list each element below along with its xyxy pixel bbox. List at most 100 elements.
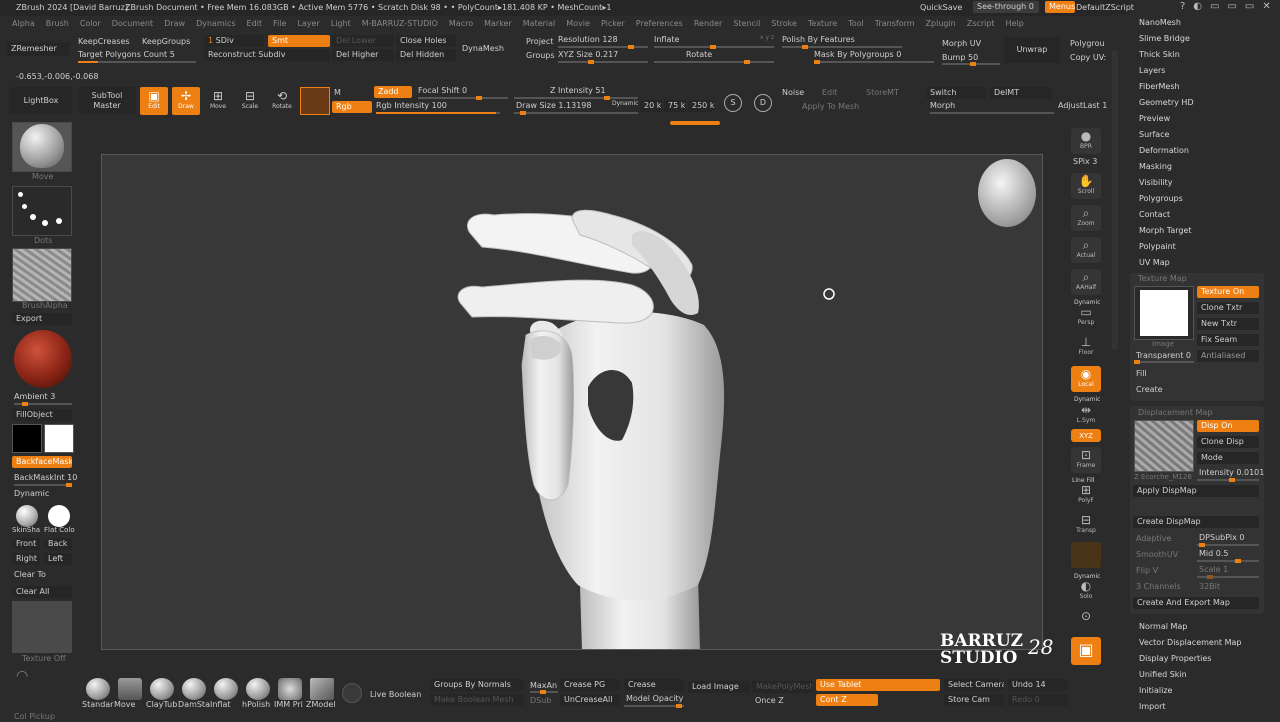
- noise-edit-button[interactable]: Edit: [822, 88, 838, 98]
- target-polygons-slider[interactable]: Target Polygons Count 5: [78, 50, 175, 60]
- close-holes-button[interactable]: Close Holes: [396, 35, 456, 47]
- clear-all-button[interactable]: Clear All: [12, 586, 72, 598]
- backfacemask-toggle[interactable]: BackfaceMask: [12, 456, 72, 468]
- scale-slider[interactable]: Scale 1: [1199, 565, 1228, 575]
- fill-button[interactable]: Fill: [1136, 369, 1147, 379]
- back-view-button[interactable]: Back: [44, 538, 72, 550]
- select-camera-button[interactable]: Select Camera: [944, 679, 1004, 691]
- color-picker-icon[interactable]: ◠: [16, 668, 38, 690]
- menu-item[interactable]: M-BARRUZ-STUDIO: [362, 19, 438, 29]
- tool-menu-item[interactable]: Polygroups: [1139, 194, 1183, 203]
- backmaskint-slider[interactable]: BackMaskInt 10: [14, 473, 77, 483]
- tool-menu-item[interactable]: Contact: [1139, 210, 1170, 219]
- persp-button[interactable]: ▭ Persp: [1071, 304, 1101, 330]
- draw-mode-button[interactable]: ✢ Draw: [172, 87, 200, 115]
- zoom-button[interactable]: ⌕ Zoom: [1071, 205, 1101, 231]
- tool-menu-item[interactable]: Thick Skin: [1139, 50, 1180, 59]
- rotate-slider[interactable]: Rotate: [686, 50, 712, 60]
- use-tablet-toggle[interactable]: Use Tablet: [816, 679, 940, 691]
- flipv-toggle[interactable]: Flip V: [1136, 566, 1158, 576]
- once-z-toggle[interactable]: Once Z: [755, 696, 784, 706]
- xyz-button[interactable]: XYZ: [1071, 429, 1101, 442]
- tool-menu-item[interactable]: Layers: [1139, 66, 1165, 75]
- undo-slider[interactable]: Undo 14: [1008, 679, 1068, 691]
- window-controls[interactable]: ?◐▭▭▭✕: [1180, 2, 1279, 12]
- menu-item[interactable]: Macro: [449, 19, 473, 29]
- rgb-intensity-slider[interactable]: Rgb Intensity 100: [376, 101, 447, 111]
- inflate-xyz[interactable]: x y z: [760, 33, 774, 43]
- redo-slider[interactable]: Redo 0: [1008, 694, 1068, 706]
- tool-menu-item[interactable]: Visibility: [1139, 178, 1173, 187]
- bpr-button[interactable]: ● BPR: [1071, 128, 1101, 154]
- del-higher-button[interactable]: Del Higher: [332, 49, 394, 61]
- uncrease-all-button[interactable]: UnCreaseAll: [560, 694, 620, 706]
- polyf-button[interactable]: ⊞ PolyF: [1071, 482, 1101, 508]
- z-intensity-slider[interactable]: Z Intensity 51: [550, 86, 606, 96]
- transparent-toggle[interactable]: Transparent 0: [1136, 351, 1191, 361]
- clone-disp-button[interactable]: Clone Disp: [1197, 436, 1259, 448]
- project-toggle[interactable]: Project: [526, 37, 553, 47]
- inflate-slider[interactable]: Inflate: [654, 35, 679, 45]
- copy-uv-button[interactable]: Copy UV:: [1070, 53, 1106, 63]
- sym-d-icon[interactable]: D: [754, 94, 772, 112]
- alpha-thumbnail[interactable]: [12, 248, 72, 302]
- left-view-button[interactable]: Left: [44, 553, 72, 565]
- model-opacity-slider[interactable]: Model Opacity: [626, 694, 683, 704]
- menu-item[interactable]: Render: [694, 19, 722, 29]
- texture-map-header[interactable]: Texture Map: [1138, 274, 1187, 284]
- tool-menu-item[interactable]: Import: [1139, 702, 1166, 711]
- 20k-button[interactable]: 20 k: [640, 100, 662, 112]
- menu-item[interactable]: Alpha: [12, 19, 35, 29]
- menu-item[interactable]: Preferences: [636, 19, 683, 29]
- 32bit-toggle[interactable]: 32Bit: [1199, 582, 1220, 592]
- unwrap-button[interactable]: Unwrap: [1004, 37, 1060, 63]
- zremesher-button[interactable]: ZRemesher: [7, 42, 69, 56]
- right-view-button[interactable]: Right: [12, 553, 40, 565]
- brush-slot[interactable]: Move: [114, 700, 135, 710]
- zadd-toggle[interactable]: Zadd: [374, 86, 412, 98]
- lsym-button[interactable]: ⇹ L.Sym: [1071, 402, 1101, 428]
- create-export-map-button[interactable]: Create And Export Map: [1133, 597, 1259, 609]
- dynamesh-button[interactable]: DynaMesh: [462, 44, 504, 54]
- clear-to-button[interactable]: Clear To: [14, 570, 46, 580]
- dynamic-toggle[interactable]: Dynamic: [14, 489, 49, 499]
- menu-item[interactable]: Zplugin: [926, 19, 956, 29]
- displacement-thumbnail[interactable]: [1134, 420, 1194, 472]
- switch-button[interactable]: Switch: [926, 87, 986, 99]
- lock-button[interactable]: ⊙: [1071, 608, 1101, 634]
- menu-item[interactable]: Brush: [46, 19, 69, 29]
- solo-button[interactable]: ◐ Solo: [1071, 578, 1101, 604]
- tool-menu-item[interactable]: Slime Bridge: [1139, 34, 1190, 43]
- ambient-slider[interactable]: Ambient 3: [14, 392, 55, 402]
- live-boolean-icon[interactable]: [342, 683, 362, 703]
- texture-on-toggle[interactable]: Texture On: [1197, 286, 1259, 298]
- make-boolean-mesh-button[interactable]: Make Boolean Mesh: [430, 694, 524, 706]
- brush-slot[interactable]: Inflat: [210, 700, 231, 710]
- brush-slot[interactable]: ClayTub: [146, 700, 177, 710]
- see-through-slider[interactable]: See-through 0: [973, 1, 1039, 13]
- apply-to-mesh-button[interactable]: Apply To Mesh: [802, 102, 859, 112]
- tool-menu-item[interactable]: FiberMesh: [1139, 82, 1180, 91]
- menu-item[interactable]: Transform: [875, 19, 915, 29]
- m-toggle[interactable]: M: [334, 88, 341, 98]
- draw-size-slider[interactable]: Draw Size 1.13198: [516, 101, 591, 111]
- crease-button[interactable]: Crease: [624, 679, 684, 691]
- groups-by-normals-button[interactable]: Groups By Normals: [430, 679, 524, 691]
- resolution-slider[interactable]: Resolution 128: [558, 35, 618, 45]
- brush-slot[interactable]: IMM Pri: [274, 700, 303, 710]
- transp-button[interactable]: ⊟ Transp: [1071, 512, 1101, 538]
- floor-button[interactable]: ⊥ Floor: [1071, 334, 1101, 360]
- tool-menu-item[interactable]: NanoMesh: [1139, 18, 1181, 27]
- brush-slot[interactable]: hPolish: [242, 700, 270, 710]
- spix-slider[interactable]: SPix 3: [1073, 157, 1097, 167]
- crease-pg-button[interactable]: Crease PG: [560, 679, 620, 691]
- morph-slider[interactable]: Morph: [930, 101, 955, 111]
- menu-item[interactable]: Edit: [247, 19, 263, 29]
- keepgroups-toggle[interactable]: KeepGroups: [142, 37, 190, 47]
- keepcreases-toggle[interactable]: KeepCreases: [78, 37, 130, 47]
- tool-menu-item[interactable]: Vector Displacement Map: [1139, 638, 1241, 647]
- tool-menu-item[interactable]: Morph Target: [1139, 226, 1192, 235]
- store-cam-button[interactable]: Store Cam: [944, 694, 1004, 706]
- secondary-color-swatch[interactable]: [12, 424, 42, 453]
- menu-item[interactable]: Color: [80, 19, 101, 29]
